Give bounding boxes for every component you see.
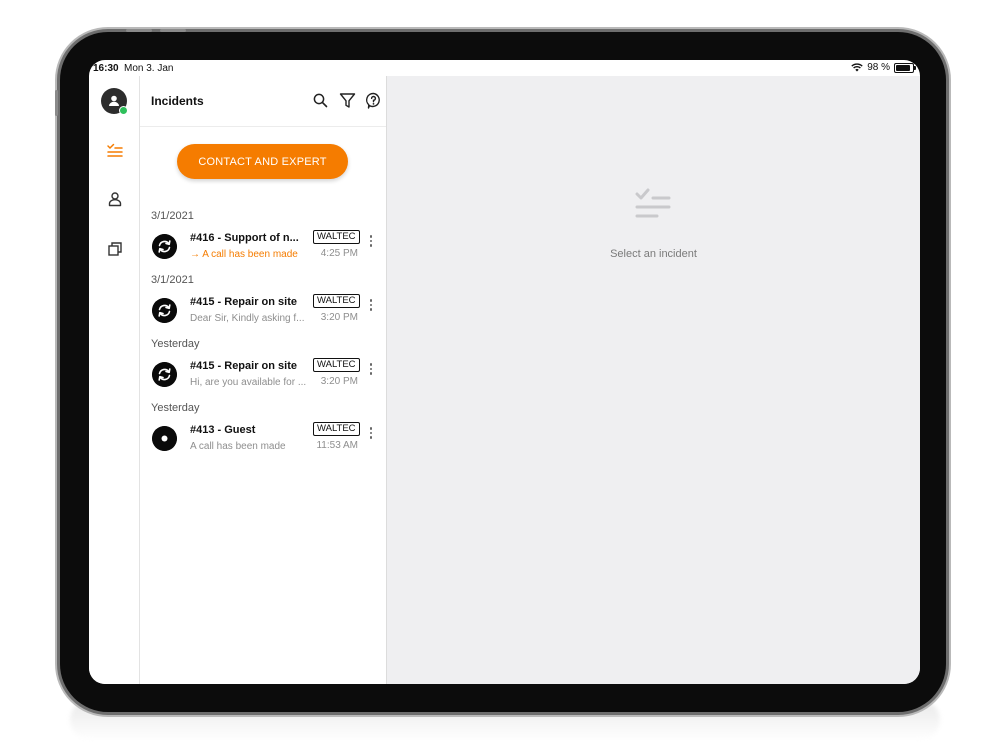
volume-button [126, 29, 152, 32]
online-status-dot [119, 106, 128, 115]
incident-list-item[interactable]: #415 - Repair on site Dear Sir, Kindly a… [140, 294, 386, 340]
refresh-icon [152, 362, 177, 387]
date-group-label: Yesterday [151, 402, 200, 414]
incident-detail-panel: Select an incident [387, 76, 920, 684]
page-title: Incidents [151, 94, 204, 108]
incident-title: #415 - Repair on site [190, 360, 297, 372]
more-options-icon[interactable] [368, 235, 374, 251]
company-badge: WALTEC [313, 230, 360, 244]
incident-preview: Dear Sir, Kindly asking f... [190, 313, 305, 324]
incident-time: 3:20 PM [320, 312, 358, 323]
incident-title: #416 - Support of n... [190, 232, 299, 244]
contact-expert-button[interactable]: CONTACT AND EXPERT [177, 144, 348, 179]
incident-list-panel: Incidents CONTACT AND EXPERT 3/1/2021 #4… [140, 76, 387, 684]
battery-percent: 98 % [867, 62, 890, 73]
incidents-icon[interactable] [106, 142, 124, 160]
contacts-icon[interactable] [106, 190, 124, 208]
help-icon[interactable] [365, 92, 382, 109]
more-options-icon[interactable] [368, 427, 374, 443]
nav-rail [89, 76, 140, 684]
refresh-icon [152, 234, 177, 259]
list-header: Incidents [140, 76, 386, 127]
date-group-label: 3/1/2021 [151, 210, 194, 222]
incident-title: #413 - Guest [190, 424, 256, 436]
status-time: 16:30 [93, 63, 119, 74]
wifi-icon [851, 63, 863, 72]
status-bar: 16:30 Mon 3. Jan 98 % [89, 60, 920, 76]
company-badge: WALTEC [313, 358, 360, 372]
status-date: Mon 3. Jan [124, 63, 174, 74]
incident-time: 3:20 PM [320, 376, 358, 387]
status-right: 98 % [851, 62, 916, 73]
screen: 16:30 Mon 3. Jan 98 % Incidents CONTACT … [89, 60, 920, 684]
dot-icon [152, 426, 177, 451]
incident-preview: → A call has been made [190, 249, 298, 260]
search-icon[interactable] [312, 92, 329, 109]
incident-title: #415 - Repair on site [190, 296, 297, 308]
incident-list-item[interactable]: #415 - Repair on site Hi, are you availa… [140, 358, 386, 404]
incident-time: 4:25 PM [320, 248, 358, 259]
refresh-icon [152, 298, 177, 323]
incident-list-item[interactable]: #416 - Support of n... → A call has been… [140, 230, 386, 276]
date-group-label: 3/1/2021 [151, 274, 194, 286]
filter-icon[interactable] [339, 92, 356, 109]
incident-time: 11:53 AM [316, 440, 358, 451]
incident-list-item[interactable]: #413 - Guest A call has been made WALTEC… [140, 422, 386, 468]
date-group-label: Yesterday [151, 338, 200, 350]
windows-icon[interactable] [106, 240, 124, 258]
company-badge: WALTEC [313, 422, 360, 436]
more-options-icon[interactable] [368, 363, 374, 379]
incident-preview: A call has been made [190, 441, 286, 452]
more-options-icon[interactable] [368, 299, 374, 315]
power-button [160, 29, 186, 32]
battery-icon [894, 62, 916, 73]
incident-preview: Hi, are you available for ... [190, 377, 307, 388]
company-badge: WALTEC [313, 294, 360, 308]
empty-state-text: Select an incident [610, 248, 697, 260]
incidents-empty-icon [635, 188, 671, 218]
side-button [55, 90, 58, 116]
